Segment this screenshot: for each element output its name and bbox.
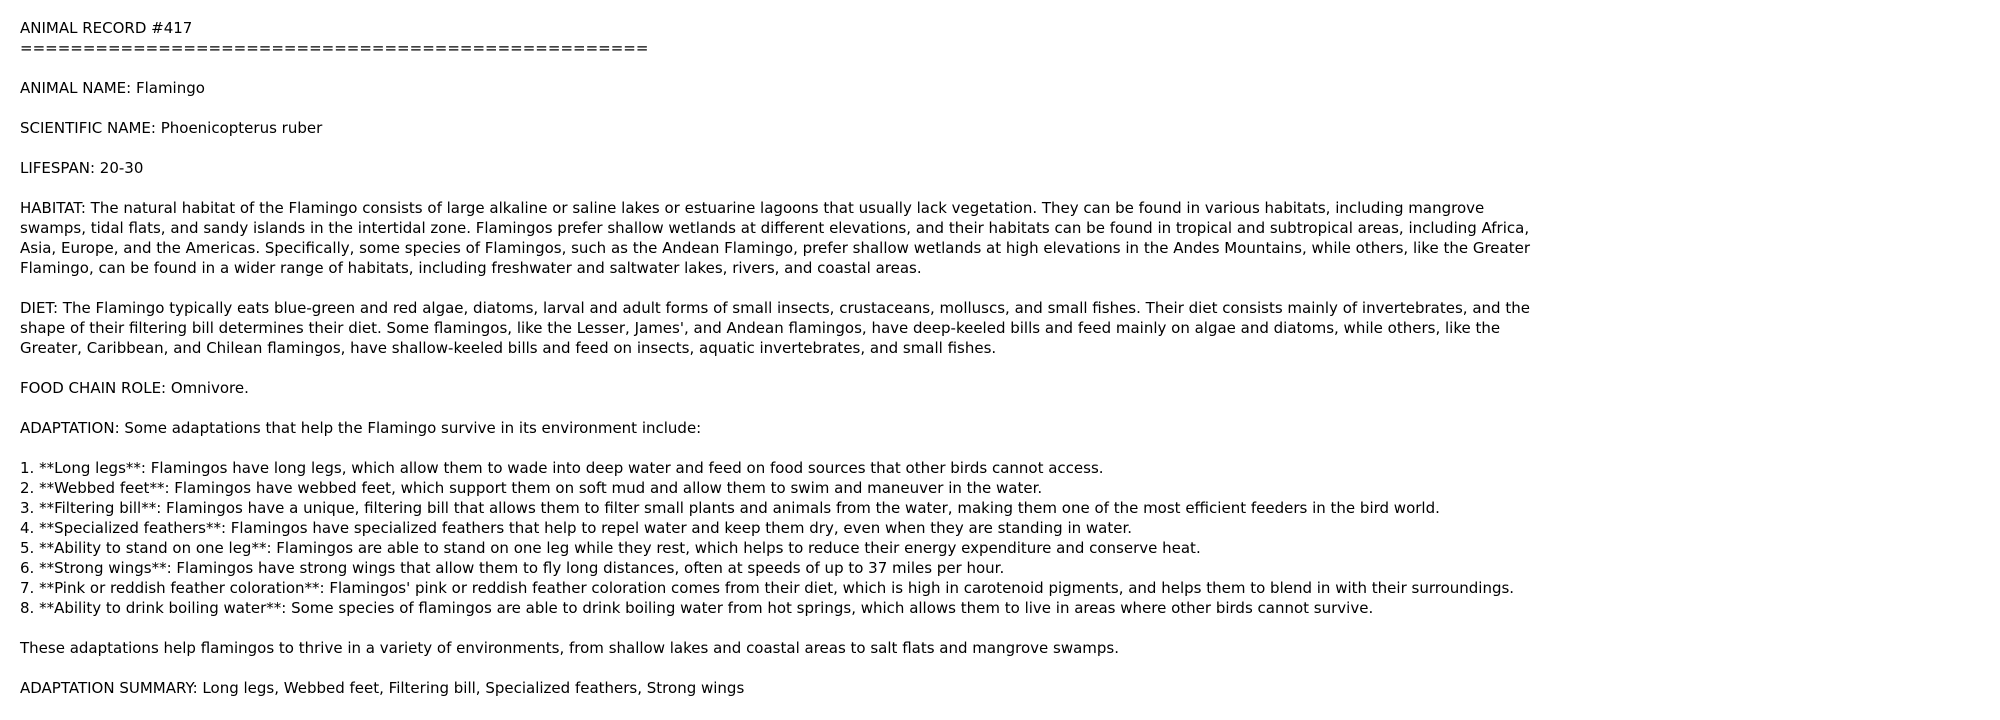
list-item: 2. **Webbed feet**: Flamingos have webbe…	[20, 479, 1043, 497]
adaptation-intro: ADAPTATION: Some adaptations that help t…	[20, 419, 702, 437]
diet-paragraph: DIET: The Flamingo typically eats blue-g…	[20, 299, 1530, 357]
list-item: 5. **Ability to stand on one leg**: Flam…	[20, 539, 1201, 557]
list-item: 6. **Strong wings**: Flamingos have stro…	[20, 559, 1005, 577]
scientific-name-field: SCIENTIFIC NAME: Phoenicopterus ruber	[20, 119, 323, 137]
list-item: 3. **Filtering bill**: Flamingos have a …	[20, 499, 1440, 517]
adaptation-summary-field: ADAPTATION SUMMARY: Long legs, Webbed fe…	[20, 679, 745, 697]
adaptation-conclusion: These adaptations help flamingos to thri…	[20, 639, 1119, 657]
record-title: ANIMAL RECORD #417	[20, 19, 193, 37]
animal-record-document: ANIMAL RECORD #417 =====================…	[20, 18, 1530, 698]
habitat-paragraph: HABITAT: The natural habitat of the Flam…	[20, 199, 1530, 277]
adaptation-list: 1. **Long legs**: Flamingos have long le…	[20, 458, 1530, 618]
list-item: 8. **Ability to drink boiling water**: S…	[20, 599, 1374, 617]
animal-name-field: ANIMAL NAME: Flamingo	[20, 79, 205, 97]
list-item: 4. **Specialized feathers**: Flamingos h…	[20, 519, 1133, 537]
lifespan-field: LIFESPAN: 20-30	[20, 159, 144, 177]
food-chain-role-field: FOOD CHAIN ROLE: Omnivore.	[20, 379, 249, 397]
list-item: 7. **Pink or reddish feather coloration*…	[20, 579, 1515, 597]
record-divider: ========================================…	[20, 39, 649, 57]
list-item: 1. **Long legs**: Flamingos have long le…	[20, 459, 1104, 477]
